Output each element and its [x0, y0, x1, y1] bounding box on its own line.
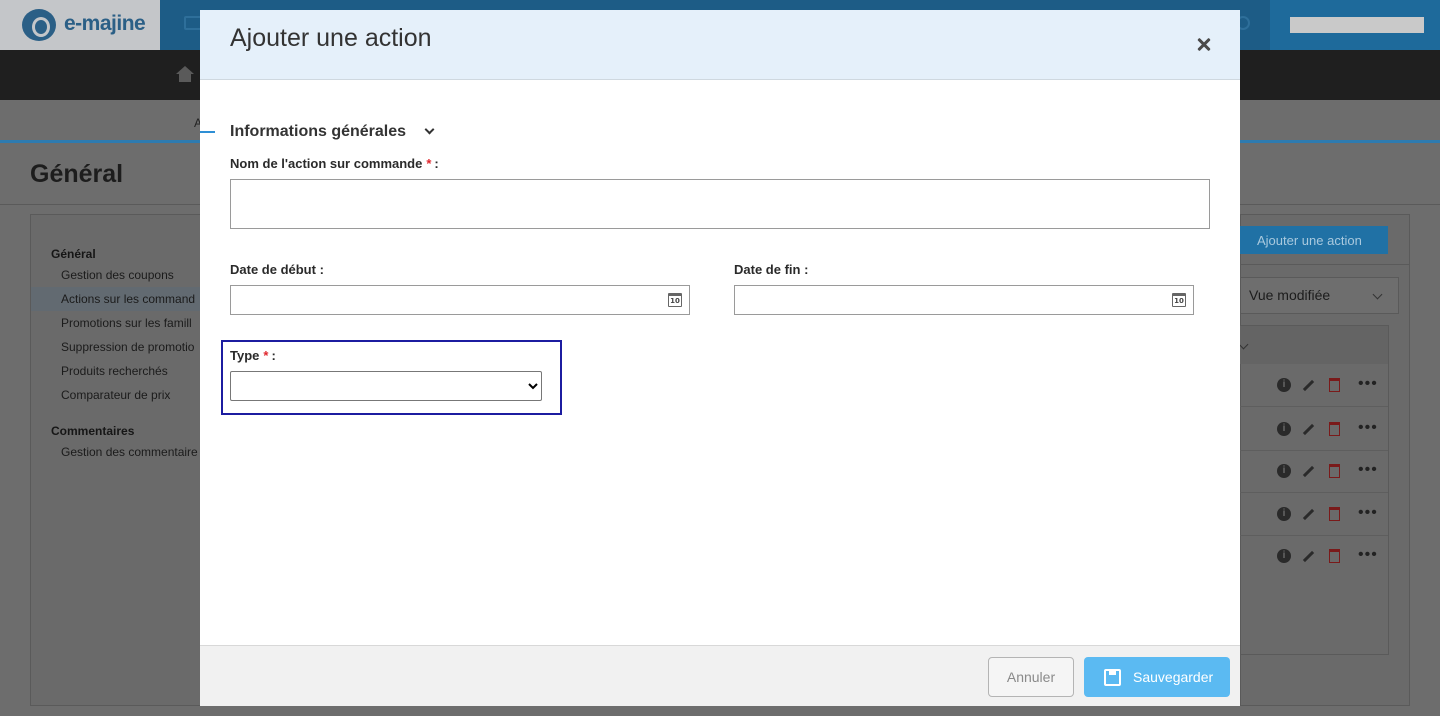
- sidebar-item-price-comparator[interactable]: Comparateur de prix: [61, 388, 170, 402]
- trash-icon[interactable]: [1329, 422, 1340, 436]
- logo[interactable]: e-majine: [0, 0, 160, 50]
- end-date-input[interactable]: [734, 285, 1194, 315]
- table-row: i •••: [1240, 364, 1388, 407]
- sidebar-item-promotion-removal[interactable]: Suppression de promotio: [61, 340, 194, 354]
- home-icon[interactable]: [176, 66, 194, 82]
- trash-icon[interactable]: [1329, 378, 1340, 392]
- logo-mark-icon: [22, 9, 56, 41]
- logo-text: e-majine: [64, 12, 146, 35]
- trash-icon[interactable]: [1329, 549, 1340, 563]
- table-row: i •••: [1240, 493, 1388, 536]
- floppy-disk-icon: [1104, 669, 1121, 686]
- sidebar-section-general: Général: [51, 247, 96, 261]
- more-icon[interactable]: •••: [1358, 375, 1378, 393]
- edit-icon[interactable]: [1302, 508, 1315, 521]
- edit-icon[interactable]: [1302, 423, 1315, 436]
- table-row: i •••: [1240, 450, 1388, 493]
- table-row: i •••: [1240, 408, 1388, 451]
- sidebar-item-family-promotions[interactable]: Promotions sur les famill: [61, 316, 192, 330]
- save-button-label: Sauvegarder: [1133, 669, 1214, 685]
- required-mark: *: [263, 348, 269, 363]
- action-name-input[interactable]: [230, 179, 1210, 229]
- modal-header: Ajouter une action: [200, 10, 1240, 80]
- more-icon[interactable]: •••: [1358, 546, 1378, 564]
- edit-icon[interactable]: [1302, 550, 1315, 563]
- page-title: Général: [30, 160, 124, 188]
- info-icon[interactable]: i: [1277, 549, 1291, 563]
- info-icon[interactable]: i: [1277, 464, 1291, 478]
- trash-icon[interactable]: [1329, 507, 1340, 521]
- start-date-label: Date de début :: [230, 262, 324, 277]
- chevron-down-icon[interactable]: [424, 124, 435, 135]
- more-icon[interactable]: •••: [1358, 504, 1378, 522]
- trash-icon[interactable]: [1329, 464, 1340, 478]
- section-title[interactable]: Informations générales: [230, 123, 406, 141]
- type-select[interactable]: [230, 371, 542, 401]
- add-action-button[interactable]: Ajouter une action: [1240, 226, 1388, 254]
- close-icon[interactable]: [1194, 34, 1216, 56]
- modal-title: Ajouter une action: [230, 24, 432, 52]
- cancel-button[interactable]: Annuler: [988, 657, 1074, 697]
- sidebar-section-comments: Commentaires: [51, 424, 135, 438]
- more-icon[interactable]: •••: [1358, 461, 1378, 479]
- modal-footer: Annuler Sauvegarder: [200, 645, 1240, 706]
- table-row: i •••: [1240, 535, 1388, 578]
- required-mark: *: [426, 156, 432, 171]
- top-search-bar[interactable]: [1290, 17, 1424, 33]
- end-date-label: Date de fin :: [734, 262, 809, 277]
- sidebar-item-order-actions[interactable]: Actions sur les command: [61, 292, 195, 306]
- name-field-label: Nom de l'action sur commande *:: [230, 156, 439, 171]
- edit-icon[interactable]: [1302, 379, 1315, 392]
- info-icon[interactable]: i: [1277, 507, 1291, 521]
- sidebar-item-comments[interactable]: Gestion des commentaire: [61, 445, 198, 459]
- type-field-label: Type *:: [230, 348, 276, 363]
- add-action-modal: Ajouter une action Informations générale…: [200, 10, 1240, 706]
- calendar-icon[interactable]: 10: [668, 293, 682, 307]
- calendar-icon[interactable]: 10: [1172, 293, 1186, 307]
- info-icon[interactable]: i: [1277, 378, 1291, 392]
- divider: [1240, 264, 1410, 265]
- info-icon[interactable]: i: [1277, 422, 1291, 436]
- sidebar-item-coupons[interactable]: Gestion des coupons: [61, 268, 174, 282]
- start-date-input[interactable]: [230, 285, 690, 315]
- more-icon[interactable]: •••: [1358, 419, 1378, 437]
- save-button[interactable]: Sauvegarder: [1084, 657, 1230, 697]
- sidebar-item-searched-products[interactable]: Produits recherchés: [61, 364, 168, 378]
- section-accent: [200, 131, 215, 133]
- view-select-value: Vue modifiée: [1249, 287, 1331, 303]
- edit-icon[interactable]: [1302, 465, 1315, 478]
- table-header: [1240, 326, 1388, 364]
